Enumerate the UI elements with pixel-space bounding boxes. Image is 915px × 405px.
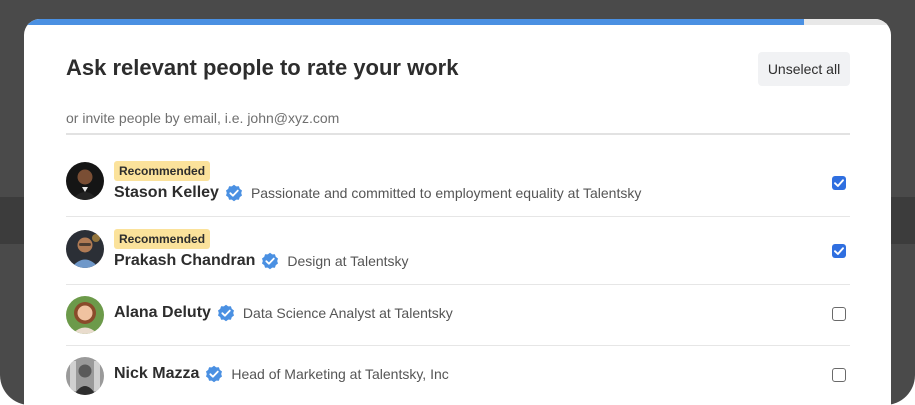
person-info: Stason Kelley Passionate and committed t… (114, 184, 641, 202)
person-checkbox[interactable] (832, 307, 846, 321)
invite-email-input[interactable] (66, 103, 850, 135)
person-row[interactable]: Recommended Prakash Chandran Design at T… (66, 217, 850, 285)
person-row[interactable]: Nick Mazza Head of Marketing at Talentsk… (66, 346, 850, 405)
unselect-all-button[interactable]: Unselect all (758, 52, 850, 86)
avatar (66, 357, 104, 395)
verified-badge-icon (217, 304, 234, 322)
recommended-badge: Recommended (114, 229, 211, 249)
recommended-badge: Recommended (114, 161, 211, 181)
person-checkbox[interactable] (832, 244, 846, 258)
person-name: Nick Mazza (114, 365, 200, 382)
person-row[interactable]: Recommended Stason Kelley Passionate and… (66, 149, 850, 217)
person-checkbox[interactable] (832, 368, 846, 382)
people-list: Recommended Stason Kelley Passionate and… (66, 149, 850, 405)
person-description: Data Science Analyst at Talentsky (242, 305, 453, 321)
person-info: Prakash Chandran Design at Talentsky (114, 252, 409, 270)
person-row[interactable]: Alana Deluty Data Science Analyst at Tal… (66, 285, 850, 346)
person-info: Nick Mazza Head of Marketing at Talentsk… (114, 365, 449, 383)
progress-bar (24, 19, 805, 25)
progress-track (24, 19, 891, 25)
person-name: Stason Kelley (114, 184, 219, 201)
checkmark-icon (834, 247, 844, 255)
checkmark-icon (834, 179, 844, 187)
person-description: Passionate and committed to employment e… (250, 185, 642, 201)
verified-badge-icon (225, 184, 242, 202)
avatar (66, 162, 104, 200)
rate-work-modal: Ask relevant people to rate your work Un… (24, 19, 891, 405)
person-description: Head of Marketing at Talentsky, Inc (231, 366, 449, 382)
person-name: Alana Deluty (114, 304, 211, 321)
verified-badge-icon (262, 252, 279, 270)
avatar (66, 296, 104, 334)
person-name: Prakash Chandran (114, 252, 256, 269)
person-info: Alana Deluty Data Science Analyst at Tal… (114, 304, 453, 322)
person-checkbox[interactable] (832, 176, 846, 190)
avatar (66, 230, 104, 268)
verified-badge-icon (206, 365, 223, 383)
person-description: Design at Talentsky (287, 253, 409, 269)
modal-title: Ask relevant people to rate your work (66, 55, 459, 80)
